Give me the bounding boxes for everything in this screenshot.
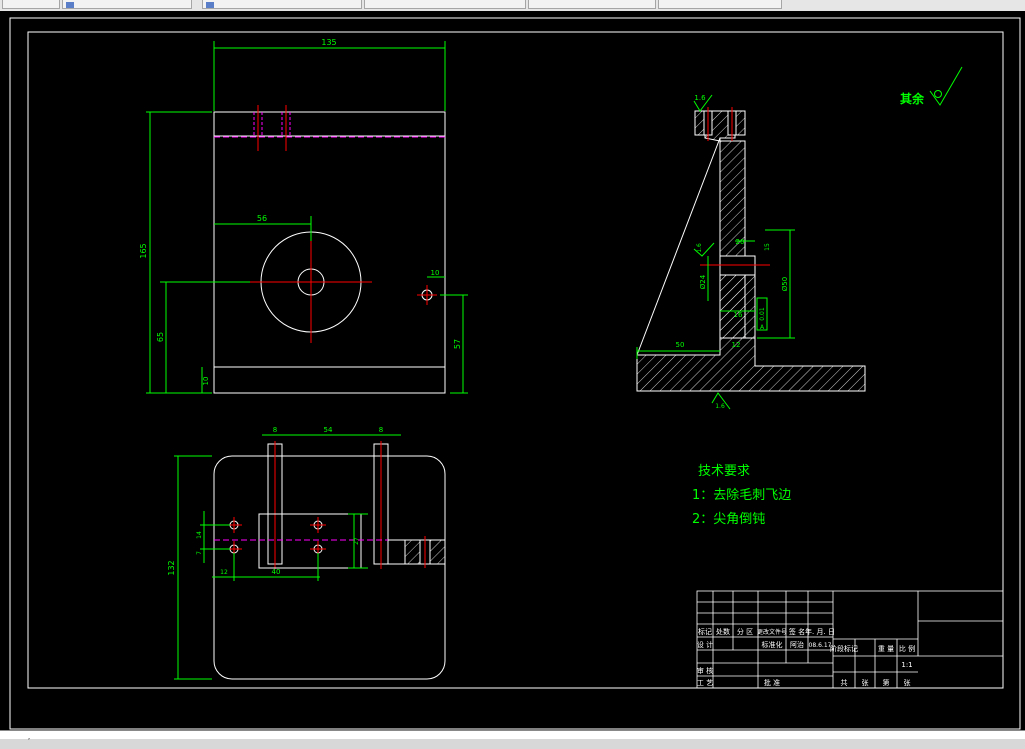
tb-weight: 重 量 [878,645,894,653]
dim-front-width: 135 [321,38,336,47]
tech-req-item-2: 2：尖角倒钝 [692,512,765,527]
technical-requirements: 技术要求 1：去除毛刺飞边 2：尖角倒钝 [692,464,791,527]
surface-note-label: 其余 [900,91,925,106]
tech-req-title: 技术要求 [698,464,750,479]
tb-count: 处数 [716,627,730,636]
dim-left-width: 8 [273,426,277,434]
dim-hole-spacing: 40 [272,568,281,576]
sheet-outer-border [9,17,1021,730]
document-tab-5[interactable] [528,0,656,9]
document-tab-2[interactable] [62,0,192,9]
drawing-file-icon [66,1,74,8]
dim-side-hole-height: 57 [453,339,462,349]
tb-standardize: 标准化 [762,640,783,649]
drawing-file-icon [206,1,214,8]
tb-sign: 签 名 [789,627,805,636]
tb-sheets: 张 [862,678,869,687]
tb-zone: 分 区 [737,627,753,636]
dim-hole-x-offset: 12 [220,569,228,576]
tb-sign-date: 08.6.17 [809,642,832,649]
tb-change-doc: 更改文件号 [757,628,787,636]
dim-bore-dia: Ø24 [699,274,707,289]
tb-scale: 1:1 [901,661,912,669]
front-view: 135 165 56 65 10 57 10 [139,38,468,394]
command-line-text: ﾞ [28,738,32,746]
drawing-canvas[interactable]: 135 165 56 65 10 57 10 8 54 8 132 14 7 1… [0,11,1025,730]
dim-web-width: 16 [734,311,743,319]
tb-date: 年. 月. 日 [805,627,835,636]
roughness-top: 1.6 [694,94,706,102]
tb-stage: 阶段标记 [830,644,858,653]
document-tab-1[interactable] [2,0,60,9]
title-block-text: 标记 处数 分 区 更改文件号 签 名 年. 月. 日 设 计 标准化 阿治 0… [697,627,915,687]
dim-bore-height: 15 [764,243,771,251]
dim-slot: 27 [353,537,360,545]
tb-no: 第 [883,678,890,687]
tb-design: 设 计 [697,640,713,649]
document-tab-6[interactable] [658,0,782,9]
dim-hole-y: 65 [156,332,165,342]
tolerance-value: 0.01 [759,307,766,321]
title-block [696,590,1004,689]
roughness-mid: 1.6 [696,243,703,253]
tech-req-item-1: 1：去除毛刺飞边 [692,488,791,503]
top-view: 8 54 8 132 14 7 12 40 27 [167,426,446,680]
roughness-symbol-icon [929,66,963,106]
tb-approve: 批 准 [764,678,780,687]
dim-hole-x: 56 [257,214,267,223]
roughness-circle [934,90,942,98]
dim-front-height: 165 [139,243,148,258]
tb-sheet: 张 [904,678,911,687]
dim-right-width: 8 [379,426,383,434]
dim-side-hole-offset: 10 [431,269,440,277]
tb-total: 共 [841,678,848,687]
sheet-inner-border [27,31,1004,689]
dim-middle: 54 [324,426,333,434]
dim-foot: 12 [732,341,741,349]
roughness-bottom: 1.6 [715,403,725,410]
dim-depth: 132 [167,560,176,575]
tb-mark: 标记 [698,627,712,636]
document-tab-3[interactable] [202,0,362,9]
dim-base-thickness: 10 [202,377,210,386]
tb-review: 审 核 [697,666,713,675]
dim-hole-y1: 14 [196,531,203,539]
section-view: 1.6 1.6 1.6 Ø24 20 15 Ø50 16 0.01 A 50 1… [636,94,866,410]
dim-base-length: 50 [676,341,685,349]
document-tab-4[interactable] [364,0,526,9]
surface-roughness-note: 其余 [900,66,963,106]
dim-bore-width: 20 [736,238,745,246]
cad-drawing: 135 165 56 65 10 57 10 8 54 8 132 14 7 1… [9,17,1021,730]
dim-flange-height: Ø50 [781,277,789,291]
tb-process: 工 艺 [697,679,713,687]
dim-hole-y2: 7 [196,551,203,555]
tb-scale-label: 比 例 [899,644,915,653]
tb-signer: 阿治 [790,640,804,649]
